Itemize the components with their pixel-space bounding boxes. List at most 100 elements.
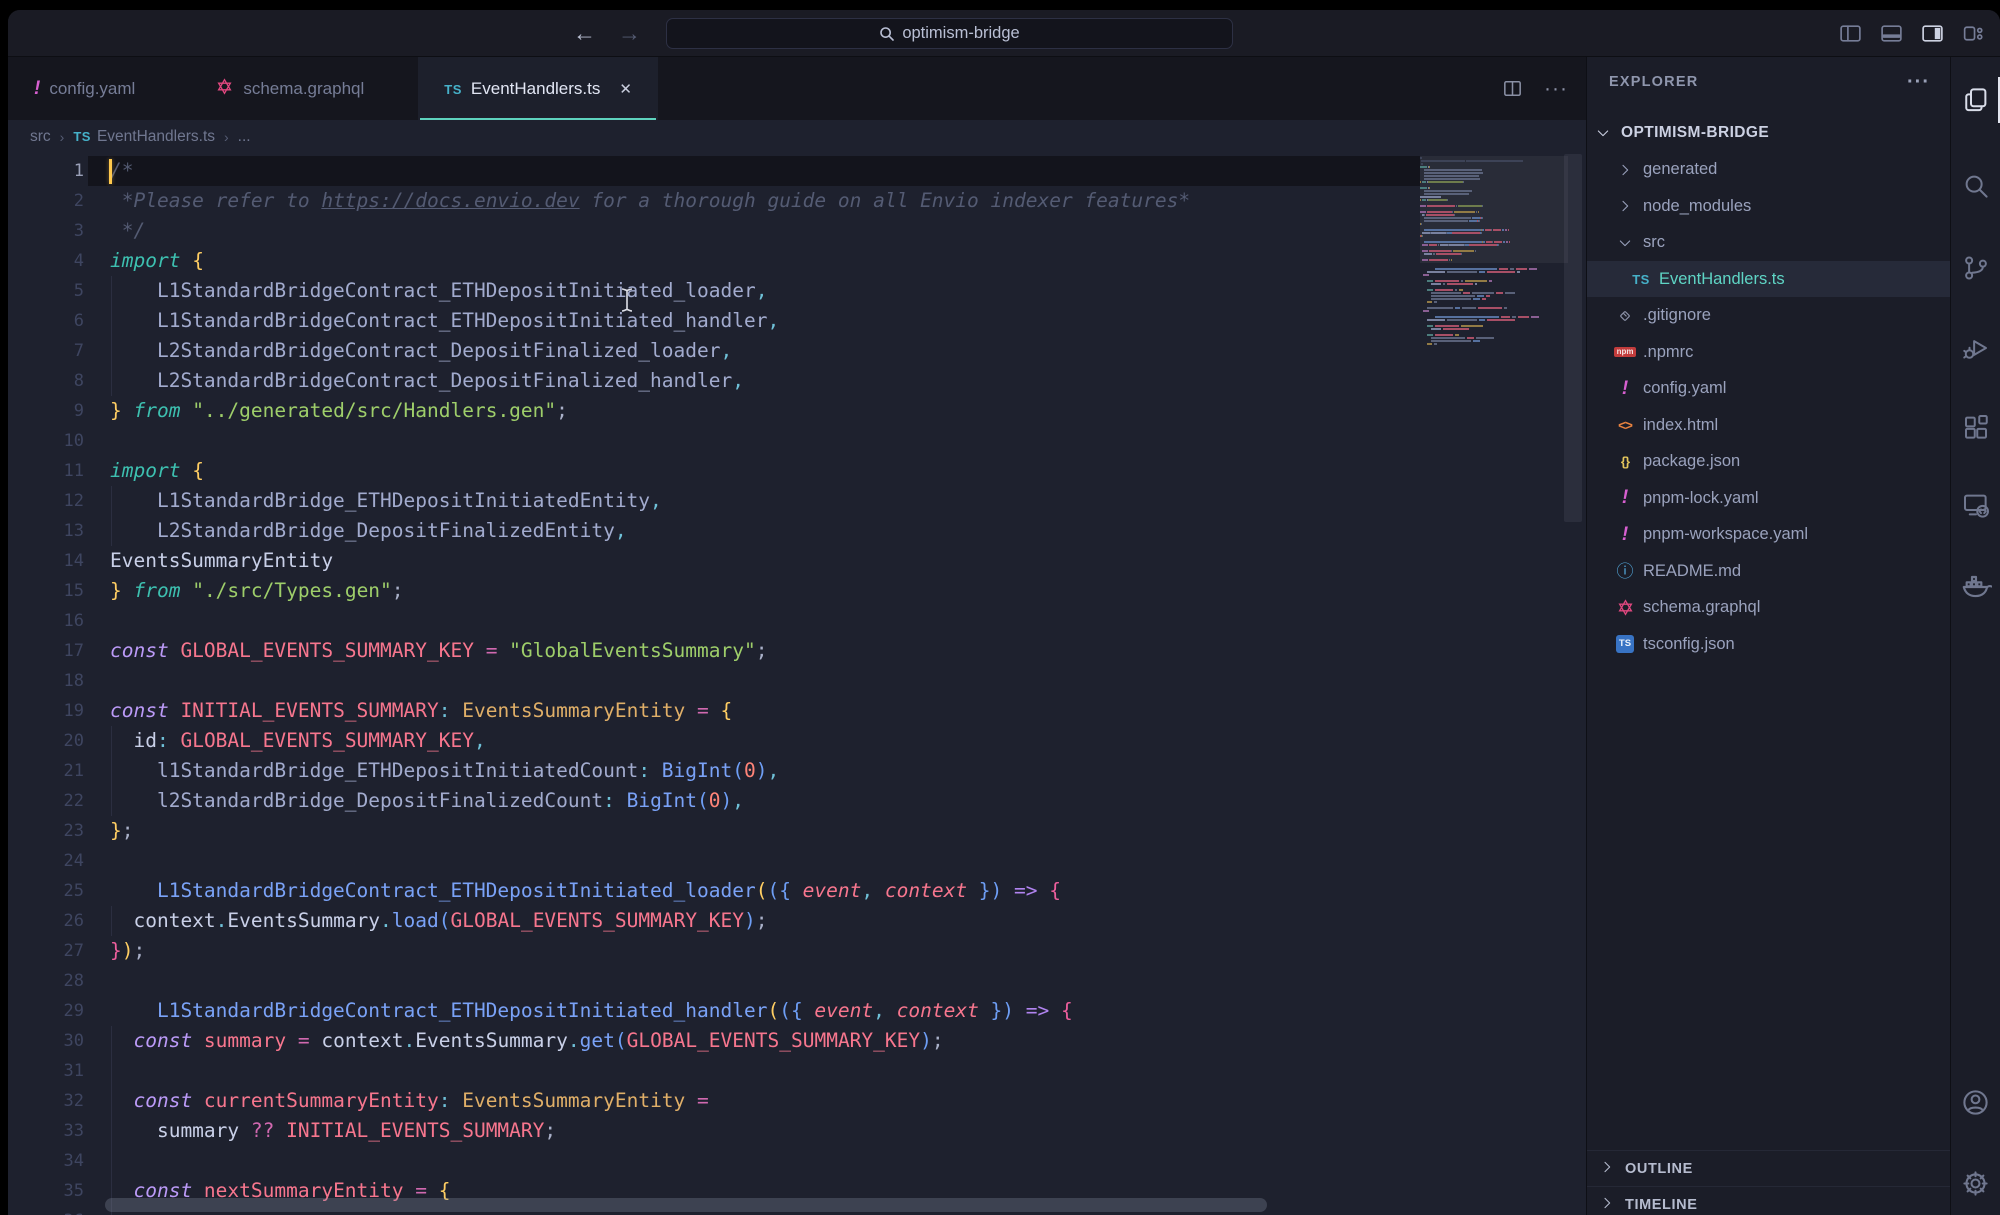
breadcrumb-segment[interactable]: TSEventHandlers.ts: [73, 128, 215, 146]
sidebar-item-src[interactable]: src: [1587, 225, 1950, 261]
code-line-32[interactable]: 32 const currentSummaryEntity: EventsSum…: [8, 1086, 1586, 1116]
sidebar-item-index.html[interactable]: <>index.html: [1587, 407, 1950, 443]
sidebar-item-generated[interactable]: generated: [1587, 152, 1950, 188]
panel-outline[interactable]: OUTLINE: [1587, 1150, 1950, 1186]
code-line-11[interactable]: 11import {: [8, 456, 1586, 486]
sidebar-item-tsconfig.json[interactable]: TStsconfig.json: [1587, 626, 1950, 662]
code-line-3[interactable]: 3 */: [8, 216, 1586, 246]
toggle-secondary-sidebar-icon[interactable]: [1920, 21, 1945, 46]
sidebar-item-.npmrc[interactable]: npm.npmrc: [1587, 334, 1950, 370]
code-line-30[interactable]: 30 const summary = context.EventsSummary…: [8, 1026, 1586, 1056]
source-control-icon[interactable]: [1951, 237, 2000, 299]
chevron-right-icon: [1615, 162, 1635, 178]
sidebar-item-eventhandlers.ts[interactable]: TSEventHandlers.ts: [1587, 261, 1950, 297]
token: .: [380, 909, 392, 932]
sidebar-item-optimism-bridge[interactable]: OPTIMISM-BRIDGE: [1587, 115, 1950, 151]
extensions-icon[interactable]: [1951, 397, 2000, 459]
sidebar-item-pnpm-lock.yaml[interactable]: !pnpm-lock.yaml: [1587, 480, 1950, 516]
tab-schema.graphql[interactable]: schema.graphql: [189, 57, 390, 120]
token: INITIAL_EVENTS_SUMMARY: [274, 1119, 544, 1142]
code-line-4[interactable]: 4import {: [8, 246, 1586, 276]
code-line-1[interactable]: 1/*: [8, 156, 1586, 186]
code-text: l2StandardBridge_DepositFinalizedCount: …: [110, 786, 744, 816]
toggle-panel-icon[interactable]: [1879, 21, 1904, 46]
code-line-8[interactable]: 8 L2StandardBridgeContract_DepositFinali…: [8, 366, 1586, 396]
sidebar-item-.gitignore[interactable]: .gitignore: [1587, 298, 1950, 334]
remote-explorer-icon[interactable]: [1951, 474, 2000, 536]
token: const: [110, 639, 169, 662]
line-number: 29: [8, 996, 84, 1026]
tab-config.yaml[interactable]: !config.yaml: [8, 57, 161, 120]
sidebar-item-config.yaml[interactable]: !config.yaml: [1587, 371, 1950, 407]
code-line-29[interactable]: 29 L1StandardBridgeContract_ETHDepositIn…: [8, 996, 1586, 1026]
horizontal-scrollbar[interactable]: [105, 1198, 1267, 1212]
split-editor-icon[interactable]: [1501, 77, 1524, 100]
code-line-17[interactable]: 17const GLOBAL_EVENTS_SUMMARY_KEY = "Glo…: [8, 636, 1586, 666]
token: }: [110, 399, 122, 422]
panel-timeline[interactable]: TIMELINE: [1587, 1186, 1950, 1215]
code-line-27[interactable]: 27});: [8, 936, 1586, 966]
minimap-row: [1420, 256, 1561, 258]
run-debug-icon[interactable]: [1951, 317, 2000, 379]
code-line-18[interactable]: 18: [8, 666, 1586, 696]
code-line-31[interactable]: 31: [8, 1056, 1586, 1086]
code-line-26[interactable]: 26 context.EventsSummary.load(GLOBAL_EVE…: [8, 906, 1586, 936]
code-line-34[interactable]: 34: [8, 1146, 1586, 1176]
breadcrumb-segment[interactable]: ...: [238, 128, 251, 146]
code-line-24[interactable]: 24: [8, 846, 1586, 876]
code-line-16[interactable]: 16: [8, 606, 1586, 636]
code-line-20[interactable]: 20 id: GLOBAL_EVENTS_SUMMARY_KEY,: [8, 726, 1586, 756]
sidebar-item-node_modules[interactable]: node_modules: [1587, 188, 1950, 224]
code-line-28[interactable]: 28: [8, 966, 1586, 996]
code-line-7[interactable]: 7 L2StandardBridgeContract_DepositFinali…: [8, 336, 1586, 366]
code-line-14[interactable]: 14EventsSummaryEntity: [8, 546, 1586, 576]
token: ;: [392, 579, 404, 602]
code-line-23[interactable]: 23};: [8, 816, 1586, 846]
toggle-primary-sidebar-icon[interactable]: [1838, 21, 1863, 46]
tab-EventHandlers.ts[interactable]: TSEventHandlers.ts✕: [418, 57, 658, 120]
code-line-15[interactable]: 15} from "./src/Types.gen";: [8, 576, 1586, 606]
forward-icon[interactable]: →: [618, 22, 641, 45]
token: =: [685, 1089, 708, 1112]
code-line-2[interactable]: 2 *Please refer to https://docs.envio.de…: [8, 186, 1586, 216]
back-icon[interactable]: ←: [573, 22, 596, 45]
code-text: L2StandardBridgeContract_DepositFinalize…: [110, 366, 744, 396]
account-icon[interactable]: [1951, 1071, 2000, 1133]
sidebar-item-package.json[interactable]: { }package.json: [1587, 444, 1950, 480]
more-actions-icon[interactable]: ···: [1544, 77, 1568, 101]
code-line-10[interactable]: 10: [8, 426, 1586, 456]
code-editor[interactable]: 1/*2 *Please refer to https://docs.envio…: [8, 154, 1586, 1215]
code-line-13[interactable]: 13 L2StandardBridge_DepositFinalizedEnti…: [8, 516, 1586, 546]
sidebar-item-readme.md[interactable]: ⓘREADME.md: [1587, 553, 1950, 589]
breadcrumb: src›TSEventHandlers.ts›...: [8, 120, 1586, 154]
code-line-9[interactable]: 9} from "../generated/src/Handlers.gen";: [8, 396, 1586, 426]
close-tab-icon[interactable]: ✕: [619, 80, 632, 98]
code-line-21[interactable]: 21 l1StandardBridge_ETHDepositInitiatedC…: [8, 756, 1586, 786]
code-line-22[interactable]: 22 l2StandardBridge_DepositFinalizedCoun…: [8, 786, 1586, 816]
code-line-33[interactable]: 33 summary ?? INITIAL_EVENTS_SUMMARY;: [8, 1116, 1586, 1146]
code-line-19[interactable]: 19const INITIAL_EVENTS_SUMMARY: EventsSu…: [8, 696, 1586, 726]
search-icon[interactable]: [1951, 155, 2000, 217]
token: ({: [767, 879, 790, 902]
code-line-12[interactable]: 12 L1StandardBridge_ETHDepositInitiatedE…: [8, 486, 1586, 516]
code-text: */: [110, 216, 145, 246]
line-number: 9: [8, 396, 84, 426]
code-line-6[interactable]: 6 L1StandardBridgeContract_ETHDepositIni…: [8, 306, 1586, 336]
line-number: 35: [8, 1176, 84, 1206]
customize-layout-icon[interactable]: [1961, 21, 1986, 46]
docker-icon[interactable]: [1951, 554, 2000, 616]
code-line-5[interactable]: 5 L1StandardBridgeContract_ETHDepositIni…: [8, 276, 1586, 306]
minimap[interactable]: [1420, 157, 1561, 507]
command-center-search[interactable]: optimism-bridge: [666, 18, 1233, 49]
explorer-icon[interactable]: [1951, 69, 2000, 131]
explorer-more-icon[interactable]: ···: [1907, 71, 1930, 94]
sidebar-item-schema.graphql[interactable]: schema.graphql: [1587, 590, 1950, 626]
settings-icon[interactable]: [1951, 1152, 2000, 1214]
token: .: [568, 1029, 580, 1052]
token: {: [1049, 999, 1072, 1022]
token: l1StandardBridge_ETHDepositInitiatedCoun…: [110, 759, 638, 782]
sidebar-item-pnpm-workspace.yaml[interactable]: !pnpm-workspace.yaml: [1587, 517, 1950, 553]
code-line-25[interactable]: 25 L1StandardBridgeContract_ETHDepositIn…: [8, 876, 1586, 906]
breadcrumb-segment[interactable]: src: [30, 128, 51, 146]
vertical-scrollbar[interactable]: [1564, 154, 1582, 522]
